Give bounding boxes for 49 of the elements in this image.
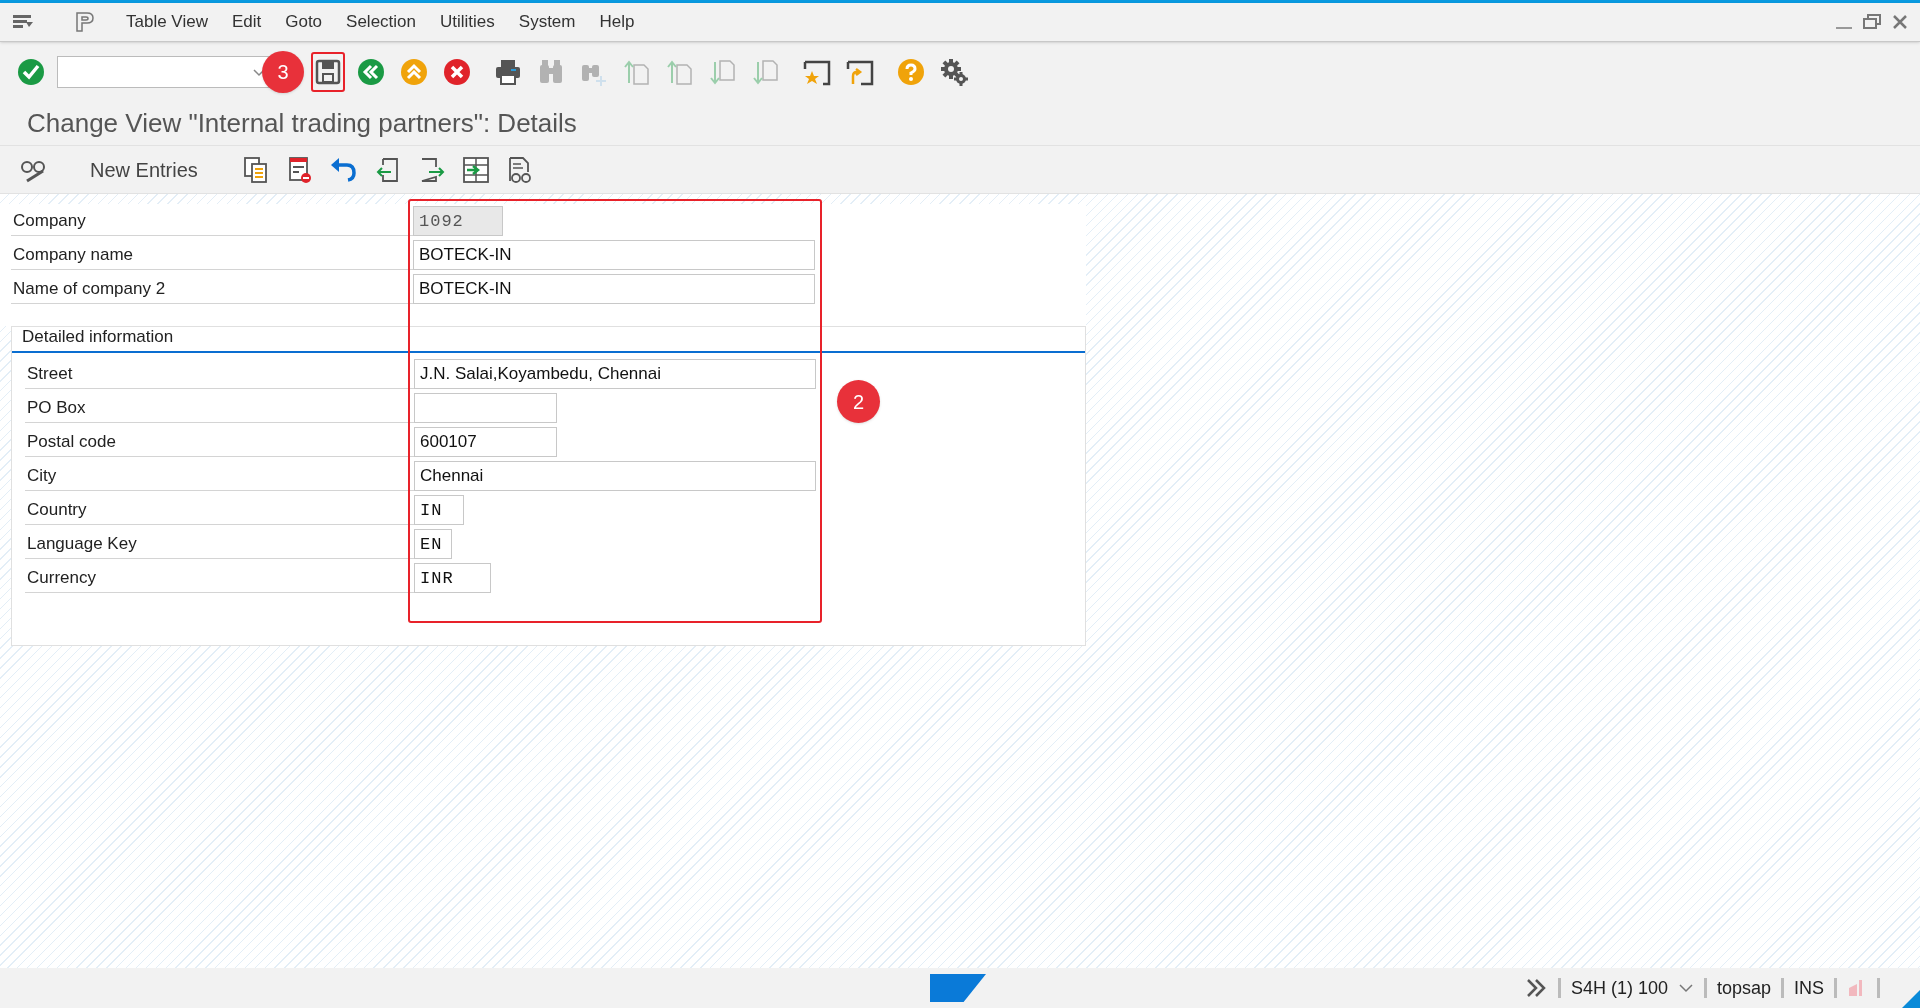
toolbar-button[interactable]: [311, 52, 345, 92]
field-label: City: [27, 464, 57, 487]
menu-item[interactable]: Utilities: [428, 9, 507, 35]
menu-icon[interactable]: [12, 14, 34, 30]
field-label: Country: [27, 498, 87, 521]
field-label: Name of company 2: [13, 277, 166, 300]
field-label: Postal code: [27, 430, 116, 453]
input-field[interactable]: [414, 393, 557, 423]
field-label: Currency: [27, 566, 96, 589]
resize-grip-icon[interactable]: [1902, 990, 1920, 1008]
sap-logo: [930, 974, 986, 1002]
dropdown-icon[interactable]: [1677, 983, 1694, 993]
menu-item[interactable]: Edit: [219, 9, 274, 35]
menu-item[interactable]: Help: [587, 9, 647, 35]
settings-icon: [939, 57, 969, 87]
new-entries-button[interactable]: New Entries: [70, 154, 218, 185]
field-label: Company name: [13, 243, 133, 266]
back-icon: [356, 57, 386, 87]
restore-icon[interactable]: [1862, 12, 1882, 32]
user-name: topsap: [1716, 976, 1771, 1000]
menu-item[interactable]: Table View: [114, 9, 220, 35]
field-label: Company: [13, 209, 86, 232]
input-mode: INS: [1794, 976, 1824, 1000]
input-field[interactable]: 600107: [414, 427, 557, 457]
menu-item[interactable]: System: [506, 9, 588, 35]
printer-icon: [493, 57, 523, 87]
input-field[interactable]: EN: [414, 529, 452, 559]
exit-icon: [399, 57, 429, 87]
input-field[interactable]: IN: [414, 495, 464, 525]
cancel-icon: [442, 57, 472, 87]
menu-item[interactable]: Selection: [334, 9, 428, 35]
input-field[interactable]: BOTECK-IN: [413, 274, 815, 304]
input-field[interactable]: J.N. Salai,Koyambedu, Chennai: [414, 359, 816, 389]
help-icon: [896, 57, 926, 87]
input-field[interactable]: 1092: [413, 206, 503, 236]
input-field[interactable]: BOTECK-IN: [413, 240, 815, 270]
input-field[interactable]: Chennai: [414, 461, 816, 491]
field-label: Street: [27, 362, 73, 385]
split-list-icon: [460, 154, 491, 185]
enter-icon: [16, 57, 46, 87]
callout-badge: 3: [262, 51, 304, 93]
input-field[interactable]: INR: [414, 563, 491, 593]
field-label: PO Box: [27, 396, 86, 419]
group-title: Detailed information: [22, 325, 174, 348]
system-info: S4H (1) 100: [1570, 976, 1668, 1000]
menu-item[interactable]: Goto: [273, 9, 335, 35]
screen-title: Change View "Internal trading partners": Details: [27, 107, 577, 140]
field-label: Language Key: [27, 532, 137, 555]
save-icon: [313, 57, 343, 87]
